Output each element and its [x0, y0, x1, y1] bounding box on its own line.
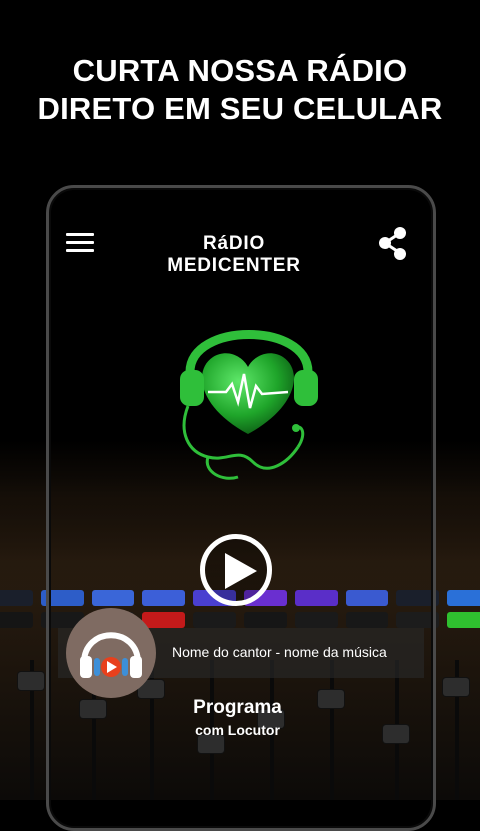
headline-line-2: DIRETO EM SEU CELULAR: [37, 91, 443, 126]
headphones-play-avatar-icon: [80, 632, 142, 678]
headline-line-1: CURTA NOSSA RÁDIO: [72, 53, 408, 88]
green-heart-headphones-logo: [168, 312, 328, 497]
program-name: Programa: [193, 697, 282, 718]
hamburger-menu-icon[interactable]: [66, 231, 96, 255]
app-title: RáDIO MEDICENTER: [167, 233, 301, 276]
program-avatar: [66, 608, 156, 698]
play-button[interactable]: [200, 534, 272, 606]
share-icon[interactable]: [376, 225, 410, 263]
program-host: com Locutor: [195, 722, 280, 738]
app-top-bar: RáDIO MEDICENTER: [66, 225, 411, 276]
now-playing-text: Nome do cantor - nome da música: [172, 644, 387, 660]
play-icon: [225, 553, 257, 589]
promo-headline: CURTA NOSSA RÁDIO DIRETO EM SEU CELULAR: [0, 52, 480, 128]
